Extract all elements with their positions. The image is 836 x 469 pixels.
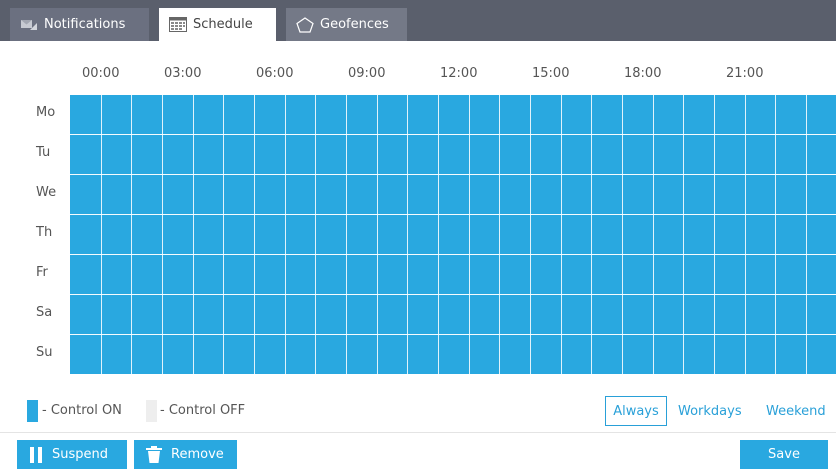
- grid-column-divider: [653, 95, 654, 374]
- grid-column-divider: [745, 95, 746, 374]
- grid-row-divider: [70, 294, 836, 295]
- calendar-grid-icon: [169, 17, 187, 32]
- grid-column-divider: [683, 95, 684, 374]
- grid-column-divider: [714, 95, 715, 374]
- suspend-button-label: Suspend: [52, 447, 109, 462]
- tab-geofences-label: Geofences: [320, 17, 389, 32]
- tab-bar-underline: [0, 41, 836, 45]
- grid-column-divider: [101, 95, 102, 374]
- grid-column-divider: [346, 95, 347, 374]
- day-label-mo: Mo: [36, 105, 56, 120]
- grid-column-divider: [469, 95, 470, 374]
- tab-geofences[interactable]: Geofences: [286, 8, 407, 41]
- hour-label: 03:00: [164, 66, 202, 81]
- legend-off-swatch: [146, 400, 157, 422]
- notifications-icon: [20, 18, 38, 32]
- grid-column-divider: [622, 95, 623, 374]
- day-label-th: Th: [36, 225, 53, 240]
- save-button[interactable]: Save: [740, 440, 828, 469]
- grid-column-divider: [499, 95, 500, 374]
- day-label-tu: Tu: [36, 145, 51, 160]
- suspend-button[interactable]: Suspend: [17, 440, 127, 469]
- day-label-we: We: [36, 185, 57, 200]
- day-label-sa: Sa: [36, 305, 53, 320]
- day-label-su: Su: [36, 345, 53, 360]
- grid-column-divider: [223, 95, 224, 374]
- trash-icon: [146, 446, 162, 463]
- tab-bar: Notifications Schedule Geofences: [0, 0, 836, 41]
- pentagon-icon: [296, 16, 314, 33]
- remove-button-label: Remove: [171, 447, 224, 462]
- hour-label: 15:00: [532, 66, 570, 81]
- schedule-grid[interactable]: [70, 95, 836, 374]
- grid-column-divider: [407, 95, 408, 374]
- hour-label: 06:00: [256, 66, 294, 81]
- legend-on-swatch: [27, 400, 38, 422]
- grid-column-divider: [162, 95, 163, 374]
- legend-off-label: - Control OFF: [160, 403, 246, 418]
- hour-label: 00:00: [82, 66, 120, 81]
- grid-row-divider: [70, 174, 836, 175]
- grid-column-divider: [193, 95, 194, 374]
- tab-notifications[interactable]: Notifications: [10, 8, 149, 41]
- day-label-fr: Fr: [36, 265, 48, 280]
- grid-column-divider: [806, 95, 807, 374]
- grid-row-divider: [70, 334, 836, 335]
- grid-column-divider: [591, 95, 592, 374]
- pause-icon: [29, 446, 43, 463]
- preset-weekend-button[interactable]: Weekend: [766, 396, 826, 426]
- grid-column-divider: [530, 95, 531, 374]
- preset-workdays-button[interactable]: Workdays: [678, 396, 742, 426]
- legend-on-label: - Control ON: [42, 403, 122, 418]
- hour-label: 21:00: [726, 66, 764, 81]
- hour-label: 12:00: [440, 66, 478, 81]
- grid-column-divider: [561, 95, 562, 374]
- footer-divider: [0, 432, 836, 433]
- tab-notifications-label: Notifications: [44, 17, 126, 32]
- remove-button[interactable]: Remove: [134, 440, 237, 469]
- tab-schedule-label: Schedule: [193, 17, 253, 32]
- grid-column-divider: [377, 95, 378, 374]
- grid-column-divider: [254, 95, 255, 374]
- grid-column-divider: [775, 95, 776, 374]
- grid-column-divider: [438, 95, 439, 374]
- tab-schedule[interactable]: Schedule: [159, 8, 276, 41]
- hour-label: 09:00: [348, 66, 386, 81]
- grid-column-divider: [131, 95, 132, 374]
- grid-column-divider: [285, 95, 286, 374]
- preset-always-button[interactable]: Always: [605, 396, 667, 426]
- grid-column-divider: [315, 95, 316, 374]
- hour-label: 18:00: [624, 66, 662, 81]
- grid-row-divider: [70, 214, 836, 215]
- grid-row-divider: [70, 254, 836, 255]
- grid-row-divider: [70, 134, 836, 135]
